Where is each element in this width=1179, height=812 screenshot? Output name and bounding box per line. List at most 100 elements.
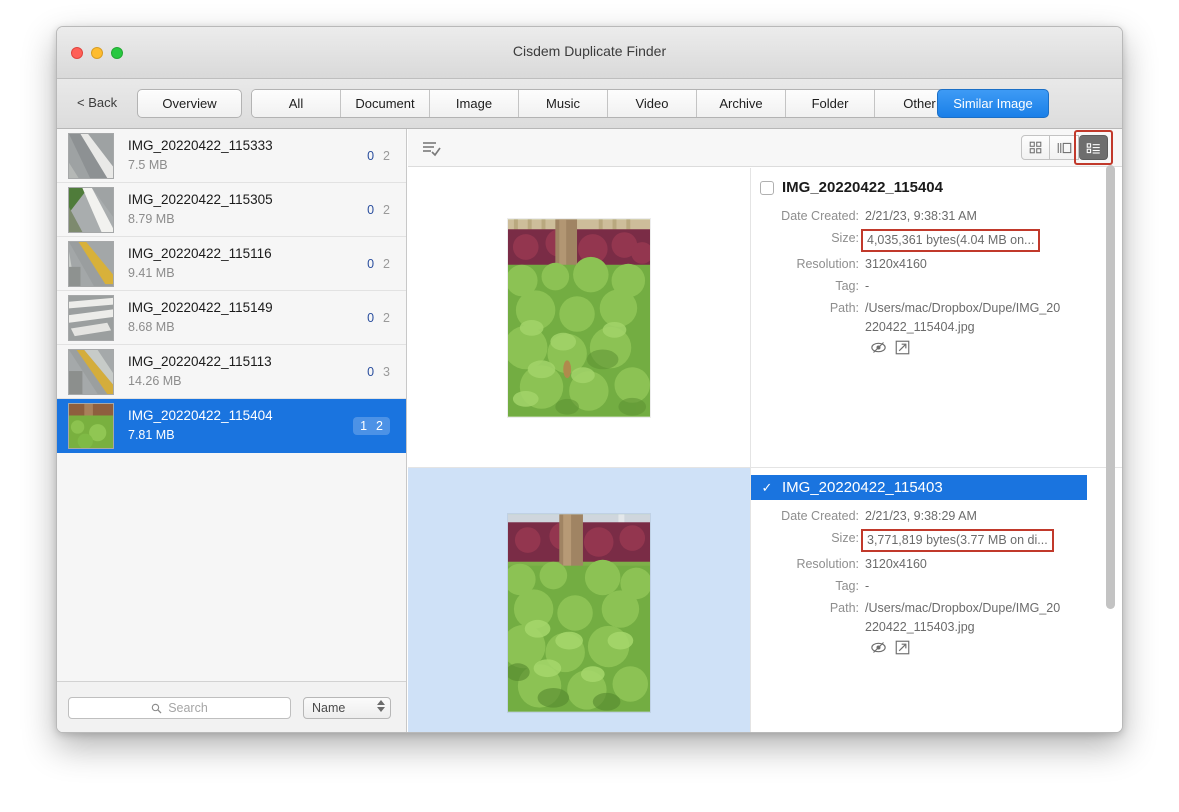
duplicate-file-list: IMG_20220422_115333 7.5 MB 0 2 IMG_20220… bbox=[57, 129, 406, 681]
file-meta: IMG_20220422_115149 8.68 MB bbox=[128, 299, 367, 336]
list-item[interactable]: IMG_20220422_115113 14.26 MB 0 3 bbox=[57, 345, 406, 399]
scrollbar-thumb[interactable] bbox=[1106, 165, 1115, 609]
preview-photo bbox=[507, 512, 651, 713]
size-label: Size: bbox=[831, 231, 859, 245]
selected-count: 0 bbox=[367, 364, 375, 379]
file-thumbnail bbox=[68, 186, 114, 233]
search-icon bbox=[151, 703, 162, 713]
stepper-icon[interactable] bbox=[377, 700, 385, 712]
file-name: IMG_20220422_115113 bbox=[128, 354, 272, 369]
open-external-icon[interactable] bbox=[895, 640, 910, 655]
content-toolbar bbox=[408, 129, 1122, 167]
file-thumbnail bbox=[68, 132, 114, 179]
detail-actions bbox=[871, 340, 1122, 355]
list-item[interactable]: IMG_20220422_115149 8.68 MB 0 2 bbox=[57, 291, 406, 345]
view-mode-group bbox=[1021, 135, 1108, 160]
file-counts: 0 3 bbox=[367, 365, 390, 379]
main-toolbar: < Back Overview All Document Image Music… bbox=[57, 79, 1122, 129]
search-input[interactable]: Search bbox=[68, 697, 291, 719]
file-size: 8.79 MB bbox=[128, 212, 175, 226]
detail-actions bbox=[871, 640, 1122, 655]
list-item[interactable]: IMG_20220422_115404 7.81 MB 1 2 bbox=[57, 399, 406, 453]
date-created-value: 2/21/23, 9:38:29 AM bbox=[865, 509, 977, 523]
resolution-value: 3120x4160 bbox=[865, 257, 927, 271]
app-window: Cisdem Duplicate Finder < Back Overview … bbox=[56, 26, 1123, 733]
size-label: Size: bbox=[831, 531, 859, 545]
detail-row-size: Size: 4,035,361 bytes(4.04 MB on... bbox=[751, 229, 1122, 252]
list-item[interactable]: IMG_20220422_115116 9.41 MB 0 2 bbox=[57, 237, 406, 291]
file-checkbox[interactable]: ✓ bbox=[760, 480, 774, 495]
file-meta: IMG_20220422_115113 14.26 MB bbox=[128, 353, 367, 390]
tab-video[interactable]: Video bbox=[608, 90, 697, 117]
list-item[interactable]: IMG_20220422_115305 8.79 MB 0 2 bbox=[57, 183, 406, 237]
file-thumbnail bbox=[68, 294, 114, 341]
list-view-button[interactable] bbox=[1079, 135, 1108, 160]
preview-eye-icon[interactable] bbox=[871, 340, 886, 355]
search-placeholder: Search bbox=[168, 701, 208, 715]
total-count: 2 bbox=[376, 418, 383, 433]
tab-image[interactable]: Image bbox=[430, 90, 519, 117]
total-count: 2 bbox=[383, 148, 390, 163]
list-view-icon bbox=[1086, 142, 1100, 154]
detail-file-name: IMG_20220422_115404 bbox=[782, 179, 943, 196]
duplicate-detail-panes: IMG_20220422_115404 Date Created: 2/21/2… bbox=[408, 168, 1122, 732]
file-meta: IMG_20220422_115333 7.5 MB bbox=[128, 137, 367, 174]
tab-folder[interactable]: Folder bbox=[786, 90, 875, 117]
detail-row-resolution: Resolution: 3120x4160 bbox=[751, 255, 1122, 274]
tag-label: Tag: bbox=[835, 279, 859, 293]
file-meta: IMG_20220422_115404 7.81 MB bbox=[128, 407, 353, 444]
tag-value: - bbox=[865, 279, 870, 293]
tab-music[interactable]: Music bbox=[519, 90, 608, 117]
file-counts: 0 2 bbox=[367, 149, 390, 163]
back-button[interactable]: < Back bbox=[77, 95, 117, 110]
total-count: 2 bbox=[383, 256, 390, 271]
detail-title-row: IMG_20220422_115404 bbox=[751, 175, 1087, 200]
tab-similar-image[interactable]: Similar Image bbox=[937, 89, 1049, 118]
content-scrollbar[interactable] bbox=[1106, 165, 1115, 609]
file-size: 8.68 MB bbox=[128, 320, 175, 334]
file-counts: 0 2 bbox=[367, 203, 390, 217]
file-name: IMG_20220422_115149 bbox=[128, 300, 273, 315]
file-name: IMG_20220422_115305 bbox=[128, 192, 273, 207]
selected-count: 0 bbox=[367, 202, 375, 217]
tab-document[interactable]: Document bbox=[341, 90, 430, 117]
tab-all[interactable]: All bbox=[252, 90, 341, 117]
preview-eye-icon[interactable] bbox=[871, 640, 886, 655]
file-size: 14.26 MB bbox=[128, 374, 182, 388]
date-created-label: Date Created: bbox=[781, 509, 859, 523]
file-size: 7.5 MB bbox=[128, 158, 168, 172]
file-thumbnail bbox=[68, 240, 114, 287]
category-segmented-control: All Document Image Music Video Archive F… bbox=[251, 89, 965, 118]
grid-view-button[interactable] bbox=[1021, 135, 1050, 160]
content-area: IMG_20220422_115404 Date Created: 2/21/2… bbox=[408, 129, 1122, 732]
split-view-button[interactable] bbox=[1050, 135, 1079, 160]
open-external-icon[interactable] bbox=[895, 340, 910, 355]
file-name: IMG_20220422_115404 bbox=[128, 408, 273, 423]
selected-count: 0 bbox=[367, 148, 375, 163]
image-preview[interactable] bbox=[408, 168, 751, 467]
detail-pane: IMG_20220422_115404 Date Created: 2/21/2… bbox=[408, 168, 1122, 468]
file-thumbnail bbox=[68, 402, 114, 449]
detail-pane: ✓ IMG_20220422_115403 Date Created: 2/21… bbox=[408, 468, 1122, 732]
detail-row-date: Date Created: 2/21/23, 9:38:29 AM bbox=[751, 507, 1122, 526]
sort-select[interactable]: Name bbox=[303, 697, 391, 719]
list-item[interactable]: IMG_20220422_115333 7.5 MB 0 2 bbox=[57, 129, 406, 183]
path-value: /Users/mac/Dropbox/Dupe/IMG_20220422_115… bbox=[865, 601, 1061, 634]
select-all-icon[interactable] bbox=[421, 138, 441, 158]
size-value: 3,771,819 bytes(3.77 MB on di... bbox=[861, 529, 1054, 552]
resolution-value: 3120x4160 bbox=[865, 557, 927, 571]
date-created-value: 2/21/23, 9:38:31 AM bbox=[865, 209, 977, 223]
overview-button[interactable]: Overview bbox=[137, 89, 242, 118]
grid-icon bbox=[1029, 141, 1042, 154]
tag-label: Tag: bbox=[835, 579, 859, 593]
split-view-icon bbox=[1057, 142, 1071, 153]
size-value: 4,035,361 bytes(4.04 MB on... bbox=[861, 229, 1041, 252]
detail-row-path: Path: /Users/mac/Dropbox/Dupe/IMG_202204… bbox=[751, 299, 1122, 337]
tag-value: - bbox=[865, 579, 870, 593]
resolution-label: Resolution: bbox=[796, 257, 859, 271]
image-preview[interactable] bbox=[408, 468, 751, 732]
total-count: 2 bbox=[383, 310, 390, 325]
tab-archive[interactable]: Archive bbox=[697, 90, 786, 117]
file-checkbox[interactable] bbox=[760, 180, 774, 195]
selected-count: 0 bbox=[367, 310, 375, 325]
